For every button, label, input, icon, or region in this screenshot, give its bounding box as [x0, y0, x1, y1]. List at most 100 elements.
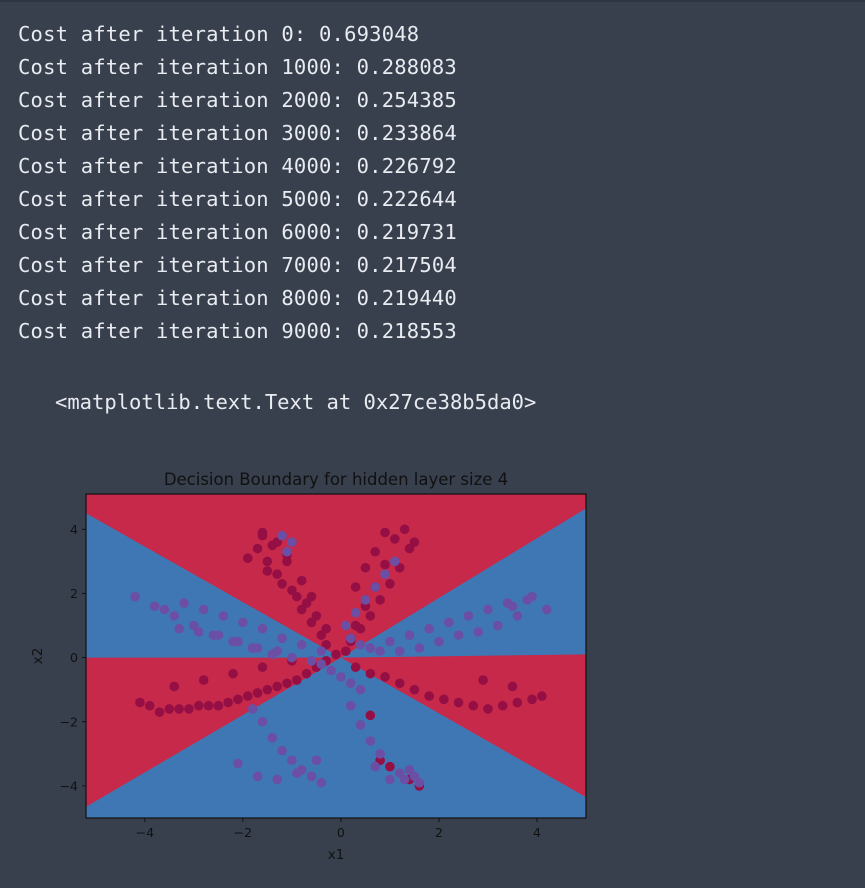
top-border	[0, 0, 865, 2]
data-point	[296, 639, 307, 650]
data-point	[424, 691, 434, 701]
data-point	[291, 675, 302, 685]
data-point	[257, 623, 268, 634]
x-tick-label: 0	[337, 825, 345, 840]
x-tick-label: −2	[234, 825, 252, 840]
data-point	[345, 700, 356, 711]
data-point	[247, 704, 258, 714]
data-point	[252, 543, 263, 554]
data-point	[380, 569, 390, 579]
data-point	[453, 630, 464, 640]
data-point	[306, 771, 317, 782]
data-point	[149, 601, 160, 612]
data-point	[277, 745, 287, 756]
data-point	[365, 736, 376, 746]
data-point	[272, 681, 282, 692]
data-point	[439, 694, 449, 705]
data-point	[287, 537, 297, 547]
data-point	[492, 620, 503, 631]
data-point	[233, 758, 243, 769]
data-point	[272, 569, 282, 579]
data-point	[306, 591, 317, 602]
data-point	[399, 524, 410, 535]
data-point	[238, 617, 248, 628]
data-point	[424, 623, 434, 634]
log-line: Cost after iteration 8000: 0.219440	[18, 286, 457, 310]
data-point	[473, 627, 483, 637]
data-point	[193, 700, 204, 711]
data-point	[468, 700, 479, 711]
data-point	[257, 716, 268, 727]
log-line: Cost after iteration 4000: 0.226792	[18, 154, 457, 178]
data-point	[409, 771, 420, 782]
data-point	[350, 662, 361, 673]
data-point	[213, 630, 224, 640]
data-point	[296, 575, 307, 586]
data-point	[453, 697, 464, 708]
data-point	[365, 611, 376, 621]
data-point	[380, 672, 390, 682]
data-point	[512, 697, 523, 708]
x-axis-label: x1	[328, 847, 345, 863]
data-point	[385, 579, 395, 589]
log-line: Cost after iteration 9000: 0.218553	[18, 319, 457, 343]
data-point	[463, 611, 474, 621]
data-point	[326, 665, 336, 676]
data-point	[507, 681, 518, 692]
data-point	[198, 604, 209, 615]
data-point	[306, 656, 317, 666]
data-point	[360, 595, 371, 605]
data-point	[135, 697, 145, 708]
data-point	[257, 662, 268, 673]
data-point	[345, 633, 356, 644]
data-point	[257, 530, 268, 541]
data-point	[321, 623, 331, 634]
data-point	[267, 540, 278, 551]
data-point	[316, 659, 327, 669]
data-point	[365, 668, 376, 679]
log-line: Cost after iteration 7000: 0.217504	[18, 253, 457, 277]
data-point	[385, 761, 395, 772]
data-point	[154, 707, 165, 717]
data-point	[360, 562, 371, 573]
data-point	[228, 668, 238, 679]
data-point	[130, 591, 140, 602]
data-point	[507, 601, 518, 612]
data-point	[331, 649, 341, 660]
data-point	[223, 697, 233, 708]
data-point	[365, 710, 376, 721]
data-point	[282, 556, 292, 567]
data-point	[233, 636, 243, 647]
data-point	[385, 636, 395, 647]
data-point	[365, 643, 376, 653]
data-point	[213, 700, 224, 711]
data-point	[512, 611, 523, 621]
data-point	[301, 668, 312, 679]
data-point	[355, 639, 366, 650]
data-point	[272, 646, 282, 656]
data-point	[350, 582, 361, 592]
data-point	[336, 672, 346, 682]
data-point	[341, 620, 351, 631]
decision-boundary-chart: −4 −2 0 2 4 −4 −2 0 2 4 Decision Boundary for hid…	[30, 470, 587, 863]
log-line: Cost after iteration 2000: 0.254385	[18, 88, 457, 112]
y-tick-label: 2	[70, 586, 78, 601]
data-point	[394, 678, 405, 689]
y-tick-label: −4	[60, 778, 78, 793]
data-point	[287, 755, 297, 766]
data-point	[385, 774, 395, 785]
data-point	[345, 678, 356, 689]
data-point	[262, 566, 273, 576]
data-point	[311, 611, 322, 621]
data-point	[277, 633, 287, 644]
data-point	[355, 684, 366, 695]
data-point	[291, 768, 302, 778]
data-point	[272, 774, 282, 785]
data-point	[537, 691, 547, 701]
data-point	[144, 700, 155, 711]
x-tick-label: −4	[136, 825, 154, 840]
data-point	[409, 684, 420, 695]
data-point	[483, 704, 493, 714]
y-axis-label: x2	[30, 648, 46, 665]
log-line: Cost after iteration 0: 0.693048	[18, 22, 420, 46]
